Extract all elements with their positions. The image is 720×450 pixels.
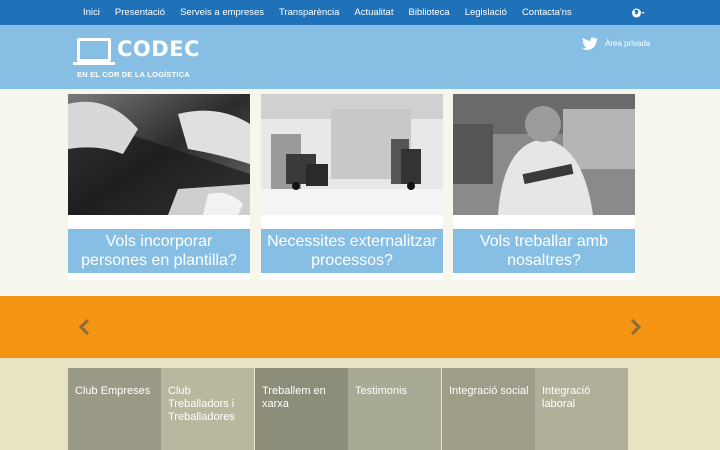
- nav-item-transparencia[interactable]: Transparència: [279, 7, 339, 18]
- nav-item-serveis[interactable]: Serveis a empreses: [180, 7, 264, 18]
- tile-integracio-laboral[interactable]: Integració laboral: [535, 368, 628, 450]
- nav-item-inici[interactable]: Inici: [83, 7, 100, 18]
- tile-testimonis[interactable]: Testimonis: [348, 368, 441, 450]
- tile-integracio-social[interactable]: Integració social: [442, 368, 535, 450]
- nav-item-presentacio[interactable]: Presentació: [115, 7, 165, 18]
- tile-treballem-xarxa[interactable]: Treballem en xarxa: [255, 368, 348, 450]
- logo-tagline: EN EL COR DE LA LOGÍSTICA: [77, 70, 190, 79]
- card-caption[interactable]: Vols treballar amb nosaltres?: [453, 229, 635, 273]
- logo-monitor-icon: [73, 38, 115, 65]
- card-incorporar[interactable]: Vols incorporar persones en plantilla?: [68, 94, 250, 280]
- globe-icon[interactable]: [631, 6, 645, 19]
- top-navbar: Inici Presentació Serveis a empreses Tra…: [0, 0, 720, 25]
- tile-club-treballadors[interactable]: Club Treballadors i Treballadores: [161, 368, 254, 450]
- private-area-link[interactable]: Àrea privada: [605, 39, 650, 48]
- hands-glass-photo: [68, 94, 250, 215]
- warehouse-forklift-photo: [261, 94, 443, 215]
- card-caption[interactable]: Vols incorporar persones en plantilla?: [68, 229, 250, 273]
- chevron-left-icon[interactable]: [77, 318, 91, 336]
- maintenance-worker-photo: [453, 94, 635, 215]
- card-treballar[interactable]: Vols treballar amb nosaltres?: [453, 94, 635, 280]
- chevron-right-icon[interactable]: [629, 318, 643, 336]
- main-menu: Inici Presentació Serveis a empreses Tra…: [83, 0, 587, 25]
- nav-item-legislacio[interactable]: Legislació: [465, 7, 507, 18]
- nav-item-actualitat[interactable]: Actualitat: [354, 7, 393, 18]
- slider-band: [0, 296, 720, 358]
- card-externalitzar[interactable]: Necessites externalitzar processos?: [261, 94, 443, 280]
- nav-item-contacta[interactable]: Contacta'ns: [522, 7, 572, 18]
- logo-name: CODEC: [117, 37, 200, 61]
- twitter-icon[interactable]: [581, 37, 599, 51]
- tile-club-empreses[interactable]: Club Empreses: [68, 368, 161, 450]
- site-header: CODEC EN EL COR DE LA LOGÍSTICA Àrea pri…: [0, 25, 720, 89]
- card-caption[interactable]: Necessites externalitzar processos?: [261, 229, 443, 273]
- nav-item-biblioteca[interactable]: Biblioteca: [408, 7, 449, 18]
